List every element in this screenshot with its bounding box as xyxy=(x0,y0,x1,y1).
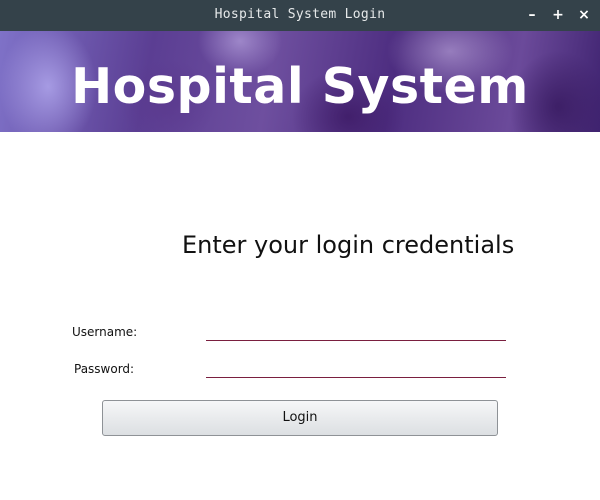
maximize-icon[interactable]: + xyxy=(549,5,567,25)
minimize-icon[interactable]: – xyxy=(523,5,541,25)
close-icon[interactable]: × xyxy=(575,5,593,25)
login-button[interactable]: Login xyxy=(102,400,498,436)
password-label: Password: xyxy=(74,362,135,376)
window-title: Hospital System Login xyxy=(214,7,386,22)
username-input[interactable] xyxy=(206,320,506,341)
banner-heading: Hospital System xyxy=(71,58,529,115)
password-input[interactable] xyxy=(206,357,506,378)
login-window: Hospital System Login – + × Hospital Sys… xyxy=(0,0,600,500)
username-label: Username: xyxy=(72,325,138,339)
window-titlebar[interactable]: Hospital System Login – + × xyxy=(0,0,600,31)
header-banner: Hospital System xyxy=(0,31,600,132)
login-prompt: Enter your login credentials xyxy=(182,231,515,259)
